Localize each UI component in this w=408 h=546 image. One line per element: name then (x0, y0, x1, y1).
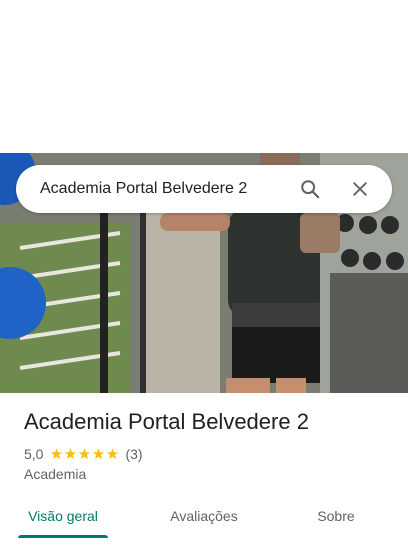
star-icon: ★ (77, 445, 92, 463)
tab-reviews[interactable]: Avaliações (156, 494, 252, 538)
place-category: Academia (24, 466, 87, 482)
place-title: Academia Portal Belvedere 2 (24, 409, 309, 434)
tab-about[interactable]: Sobre (306, 494, 366, 538)
active-tab-indicator (18, 535, 108, 538)
tab-overview[interactable]: Visão geral (18, 494, 108, 538)
star-icon: ★ (49, 445, 64, 463)
search-bar[interactable]: Academia Portal Belvedere 2 (16, 165, 392, 213)
tab-about-label: Sobre (317, 508, 355, 524)
search-icon[interactable] (292, 171, 328, 207)
top-blank-area (0, 0, 408, 153)
star-icon: ★ (63, 445, 78, 463)
review-count[interactable]: (3) (125, 446, 142, 462)
close-icon[interactable] (342, 171, 378, 207)
star-icon: ★ (91, 445, 106, 463)
tab-overview-label: Visão geral (28, 508, 98, 524)
star-icon: ★ (105, 445, 120, 463)
star-rating: ★ ★ ★ ★ ★ (49, 447, 119, 462)
tab-bar: Visão geral Avaliações Sobre (0, 494, 408, 546)
tab-reviews-label: Avaliações (170, 508, 238, 524)
rating-row[interactable]: 5,0 ★ ★ ★ ★ ★ (3) (24, 445, 143, 463)
search-input[interactable]: Academia Portal Belvedere 2 (40, 180, 292, 198)
rating-value: 5,0 (24, 446, 44, 462)
